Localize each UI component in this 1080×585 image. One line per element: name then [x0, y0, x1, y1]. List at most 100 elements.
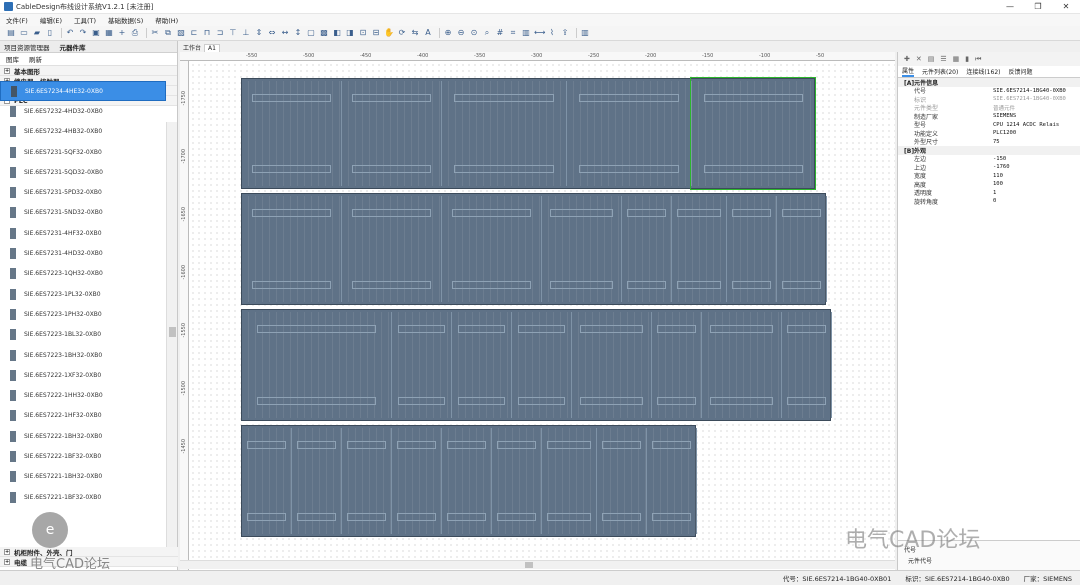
text-icon[interactable]: A [423, 28, 433, 38]
align-bottom-icon[interactable]: ⊥ [241, 28, 251, 38]
plc-module[interactable] [542, 428, 597, 534]
list-item[interactable]: SIE.6ES7223-1BH32-0XB0 [0, 345, 166, 365]
plc-module[interactable] [442, 81, 567, 186]
list-item[interactable]: SIE.6ES7223-1QH32-0XB0 [0, 264, 166, 284]
list-item[interactable]: SIE.6ES7223-1BL32-0XB0 [0, 325, 166, 345]
left-scrollbar[interactable] [166, 122, 177, 562]
plc-module[interactable] [777, 196, 827, 302]
expand-icon[interactable]: + [4, 548, 10, 555]
save-icon[interactable]: ▣ [91, 28, 101, 38]
plc-module[interactable] [647, 428, 697, 534]
same-height-icon[interactable]: ↕ [293, 28, 303, 38]
doc-icon[interactable]: ▯ [45, 28, 55, 38]
pan-icon[interactable]: ✋ [384, 28, 394, 38]
redo-icon[interactable]: ↷ [78, 28, 88, 38]
list-item[interactable]: SIE.6ES7231-5QF32-0XB0 [0, 142, 166, 162]
property-value[interactable]: 普通元件 [993, 104, 1015, 112]
unlock-icon[interactable]: ⊟ [371, 28, 381, 38]
tab-feedback[interactable]: 反馈问题 [1008, 67, 1032, 76]
layout-icon[interactable]: ▥ [580, 28, 590, 38]
align-center-icon[interactable]: ⊓ [202, 28, 212, 38]
menu-tools[interactable]: 工具(T) [74, 15, 96, 25]
property-row[interactable]: 元件类型 普通元件 [898, 104, 1080, 112]
property-value[interactable]: 100 [993, 181, 1003, 187]
snap-icon[interactable]: ⌗ [508, 28, 518, 38]
plc-module[interactable] [542, 196, 622, 302]
property-row[interactable]: 透明度 1 [898, 189, 1080, 198]
plc-module[interactable] [597, 428, 647, 534]
close-button[interactable]: ✕ [1052, 0, 1080, 14]
new-icon[interactable]: ▤ [6, 28, 16, 38]
flip-icon[interactable]: ⇆ [410, 28, 420, 38]
property-value[interactable]: SIEMENS [993, 113, 1016, 119]
tab-component-library[interactable]: 元器件库 [60, 42, 86, 52]
align-top-icon[interactable]: ⊤ [228, 28, 238, 38]
align-left-icon[interactable]: ⊏ [189, 28, 199, 38]
plc-module[interactable] [242, 196, 342, 302]
list-item[interactable]: SIE.6ES7222-1XF32-0XB0 [0, 365, 166, 385]
back-icon[interactable]: ◨ [345, 28, 355, 38]
property-row[interactable]: 左边 -150 [898, 155, 1080, 164]
cut-icon[interactable]: ✂ [150, 28, 160, 38]
scroll-thumb[interactable] [169, 327, 176, 337]
ruler-icon[interactable]: ▥ [521, 28, 531, 38]
copy-icon[interactable]: ⧉ [163, 28, 173, 38]
scroll-thumb[interactable] [525, 562, 533, 568]
tab-a1[interactable]: A1 [204, 44, 220, 52]
property-value[interactable]: SIE.6ES7214-1BG40-0XB0 [993, 88, 1066, 94]
list-item[interactable]: SIE.6ES7222-1HF32-0XB0 [0, 406, 166, 426]
plc-module[interactable] [392, 312, 452, 418]
plc-row-2[interactable] [241, 193, 827, 305]
property-value[interactable]: 110 [993, 173, 1003, 179]
plc-module[interactable] [442, 196, 542, 302]
plc-module[interactable] [452, 312, 512, 418]
plc-module[interactable] [567, 81, 692, 186]
list-item[interactable]: SIE.6ES7231-4HD32-0XB0 [0, 243, 166, 263]
plc-module[interactable] [342, 428, 392, 534]
property-row[interactable]: 外型尺寸 75 [898, 138, 1080, 147]
menu-help[interactable]: 帮助(H) [155, 15, 178, 25]
grid-icon[interactable]: # [495, 28, 505, 38]
property-row[interactable]: 宽度 110 [898, 172, 1080, 181]
property-row[interactable]: 代号 SIE.6ES7214-1BG40-0XB0 [898, 87, 1080, 96]
plc-module[interactable] [442, 428, 492, 534]
plc-module[interactable] [242, 81, 342, 186]
filter-icon[interactable]: ▦ [953, 55, 960, 63]
property-row[interactable]: 上边 -1760 [898, 163, 1080, 172]
list-item[interactable]: SIE.6ES7223-1PH32-0XB0 [0, 304, 166, 324]
property-row[interactable]: 高度 100 [898, 180, 1080, 189]
property-row[interactable]: 旋转角度 0 [898, 197, 1080, 206]
list-item[interactable]: SIE.6ES7231-4HF32-0XB0 [0, 223, 166, 243]
plc-module[interactable] [672, 196, 727, 302]
save-as-icon[interactable]: ▦ [104, 28, 114, 38]
menu-edit[interactable]: 编辑(E) [40, 15, 62, 25]
list-item[interactable]: SIE.6ES7231-5QD32-0XB0 [0, 162, 166, 182]
list-item[interactable]: SIE.6ES7231-5PD32-0XB0 [0, 182, 166, 202]
list-item[interactable]: SIE.6ES7222-1BH32-0XB0 [0, 426, 166, 446]
undo-icon[interactable]: ↶ [65, 28, 75, 38]
canvas-h-scrollbar[interactable] [180, 560, 895, 569]
list-item[interactable]: SIE.6ES7232-4HB32-0XB0 [0, 122, 166, 142]
plc-module[interactable] [342, 196, 442, 302]
rotate-icon[interactable]: ⟳ [397, 28, 407, 38]
connect-icon[interactable]: ⟷ [534, 28, 545, 38]
list-item[interactable]: SIE.6ES7221-1BH32-0XB0 [0, 467, 166, 487]
list-item[interactable]: SIE.6ES7223-1PL32-0XB0 [0, 284, 166, 304]
zoom-in-icon[interactable]: ⊕ [443, 28, 453, 38]
first-icon[interactable]: ⏮ [975, 55, 981, 64]
property-section[interactable]: [B]外观 [898, 146, 1080, 155]
plc-module[interactable] [512, 312, 572, 418]
distribute-icon[interactable]: ⇕ [254, 28, 264, 38]
property-value[interactable]: PLC1200 [993, 130, 1016, 136]
drawing-canvas[interactable]: -550 -500 -450 -400 -350 -300 -250 -200 -150 -100… [180, 52, 895, 570]
maximize-button[interactable]: ❐ [1024, 0, 1052, 14]
menu-base-data[interactable]: 基础数据(S) [108, 15, 143, 25]
tab-properties[interactable]: 属性 [902, 66, 915, 77]
lock-icon[interactable]: ⊡ [358, 28, 368, 38]
plc-module[interactable] [242, 428, 292, 534]
plc-module[interactable] [782, 312, 832, 418]
tree-group-basic-shapes[interactable]: + 基本图形 [0, 66, 177, 76]
expand-icon[interactable]: + [4, 67, 10, 74]
paste-icon[interactable]: ▧ [176, 28, 186, 38]
print-icon[interactable]: ⎙ [130, 28, 140, 38]
